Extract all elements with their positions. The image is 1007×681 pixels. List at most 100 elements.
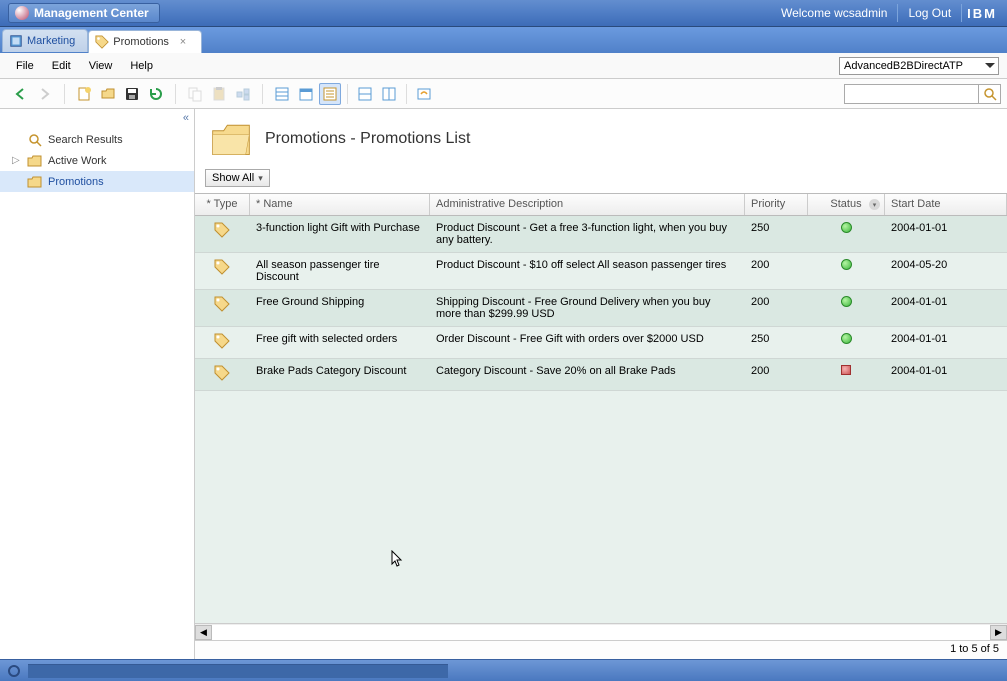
split-h-button[interactable]	[354, 83, 376, 105]
column-header-start-date[interactable]: Start Date	[885, 194, 1007, 215]
tag-icon	[214, 365, 230, 381]
column-header-status[interactable]: Status▾	[808, 194, 885, 215]
column-header-priority[interactable]: Priority	[745, 194, 808, 215]
status-inactive-icon	[841, 365, 851, 375]
refresh-icon	[148, 86, 164, 102]
tabbar: Marketing Promotions ×	[0, 27, 1007, 53]
scroll-left-button[interactable]: ◀	[195, 625, 212, 640]
cell-name: 3-function light Gift with Purchase	[250, 216, 430, 252]
store-selector[interactable]: AdvancedB2BDirectATP	[839, 57, 999, 75]
sidebar-item-label: Promotions	[48, 176, 104, 188]
status-indicator	[4, 662, 24, 680]
tab-marketing[interactable]: Marketing	[2, 29, 88, 52]
table-row[interactable]: Free gift with selected orders Order Dis…	[195, 327, 1007, 359]
scroll-right-button[interactable]: ▶	[990, 625, 1007, 640]
separator	[347, 84, 348, 104]
progress-circle-icon	[7, 664, 21, 678]
cell-desc: Product Discount - Get a free 3-function…	[430, 216, 745, 252]
grid: * Type * Name Administrative Description…	[195, 193, 1007, 659]
column-header-type[interactable]: * Type	[195, 194, 250, 215]
show-all-filter[interactable]: Show All	[205, 169, 270, 187]
search-input[interactable]	[844, 84, 979, 104]
app-title-text: Management Center	[34, 6, 149, 20]
status-active-icon	[841, 222, 852, 233]
view1-button[interactable]	[271, 83, 293, 105]
tag-icon	[214, 296, 230, 312]
logout-link[interactable]: Log Out	[903, 6, 956, 20]
paste-icon	[211, 86, 227, 102]
table-row[interactable]: 3-function light Gift with Purchase Prod…	[195, 216, 1007, 253]
forward-button[interactable]	[34, 83, 56, 105]
welcome-user-link[interactable]: Welcome wcsadmin	[776, 6, 892, 20]
calendar-icon	[298, 86, 314, 102]
titlebar: Management Center Welcome wcsadmin Log O…	[0, 0, 1007, 27]
split-v-button[interactable]	[378, 83, 400, 105]
tab-promotions-label: Promotions	[113, 36, 169, 48]
delete-button[interactable]	[232, 83, 254, 105]
tag-icon	[214, 259, 230, 275]
cell-priority: 250	[745, 327, 808, 358]
open-button[interactable]	[97, 83, 119, 105]
expand-toggle[interactable]: ▷	[12, 155, 21, 166]
cell-name: Free Ground Shipping	[250, 290, 430, 326]
table-row[interactable]: Free Ground Shipping Shipping Discount -…	[195, 290, 1007, 327]
sidebar-item-label: Active Work	[48, 155, 106, 167]
folder-icon	[27, 174, 42, 189]
view3-button[interactable]	[319, 83, 341, 105]
tab-promotions[interactable]: Promotions ×	[88, 30, 202, 53]
sidebar-item-search-results[interactable]: Search Results	[0, 129, 194, 150]
sidebar-panel: « Search Results ▷ Active Work Promotion…	[0, 109, 195, 659]
menu-help[interactable]: Help	[122, 56, 161, 76]
cell-desc: Shipping Discount - Free Ground Delivery…	[430, 290, 745, 326]
cell-name: Free gift with selected orders	[250, 327, 430, 358]
copy-button[interactable]	[184, 83, 206, 105]
table-row[interactable]: All season passenger tire Discount Produ…	[195, 253, 1007, 290]
marketing-icon	[9, 34, 23, 48]
sidebar-item-label: Search Results	[48, 134, 123, 146]
separator	[175, 84, 176, 104]
tab-marketing-label: Marketing	[27, 35, 75, 47]
menu-view[interactable]: View	[81, 56, 121, 76]
search-button[interactable]	[979, 84, 1001, 104]
cell-desc: Category Discount - Save 20% on all Brak…	[430, 359, 745, 390]
refresh-button[interactable]	[145, 83, 167, 105]
cell-start: 2004-01-01	[885, 216, 980, 252]
column-header-description[interactable]: Administrative Description	[430, 194, 745, 215]
cell-desc: Order Discount - Free Gift with orders o…	[430, 327, 745, 358]
status-active-icon	[841, 296, 852, 307]
new-button[interactable]	[73, 83, 95, 105]
blocks-icon	[235, 86, 251, 102]
back-button[interactable]	[10, 83, 32, 105]
magic-button[interactable]	[413, 83, 435, 105]
table-row[interactable]: Brake Pads Category Discount Category Di…	[195, 359, 1007, 391]
cell-name: Brake Pads Category Discount	[250, 359, 430, 390]
menu-edit[interactable]: Edit	[44, 56, 79, 76]
save-button[interactable]	[121, 83, 143, 105]
content-split: « Search Results ▷ Active Work Promotion…	[0, 109, 1007, 659]
scroll-track[interactable]	[212, 625, 990, 640]
close-icon[interactable]: ×	[177, 36, 189, 48]
copy-icon	[187, 86, 203, 102]
folder-open-icon	[27, 153, 42, 168]
paste-button[interactable]	[208, 83, 230, 105]
filter-bar: Show All	[195, 169, 1007, 193]
collapse-panel-button[interactable]: «	[180, 111, 192, 125]
cell-priority: 200	[745, 253, 808, 289]
view2-button[interactable]	[295, 83, 317, 105]
statusbar	[0, 659, 1007, 681]
separator	[897, 4, 898, 22]
cell-priority: 250	[745, 216, 808, 252]
arrow-left-icon	[13, 87, 29, 101]
cell-start: 2004-01-01	[885, 327, 980, 358]
cell-priority: 200	[745, 359, 808, 390]
separator	[262, 84, 263, 104]
horizontal-scrollbar[interactable]: ◀ ▶	[195, 623, 1007, 640]
cell-priority: 200	[745, 290, 808, 326]
menu-file[interactable]: File	[8, 56, 42, 76]
separator	[961, 4, 962, 22]
column-header-name[interactable]: * Name	[250, 194, 430, 215]
save-icon	[124, 86, 140, 102]
sidebar-item-promotions[interactable]: Promotions	[0, 171, 194, 192]
search-icon	[983, 87, 997, 101]
sidebar-item-active-work[interactable]: ▷ Active Work	[0, 150, 194, 171]
